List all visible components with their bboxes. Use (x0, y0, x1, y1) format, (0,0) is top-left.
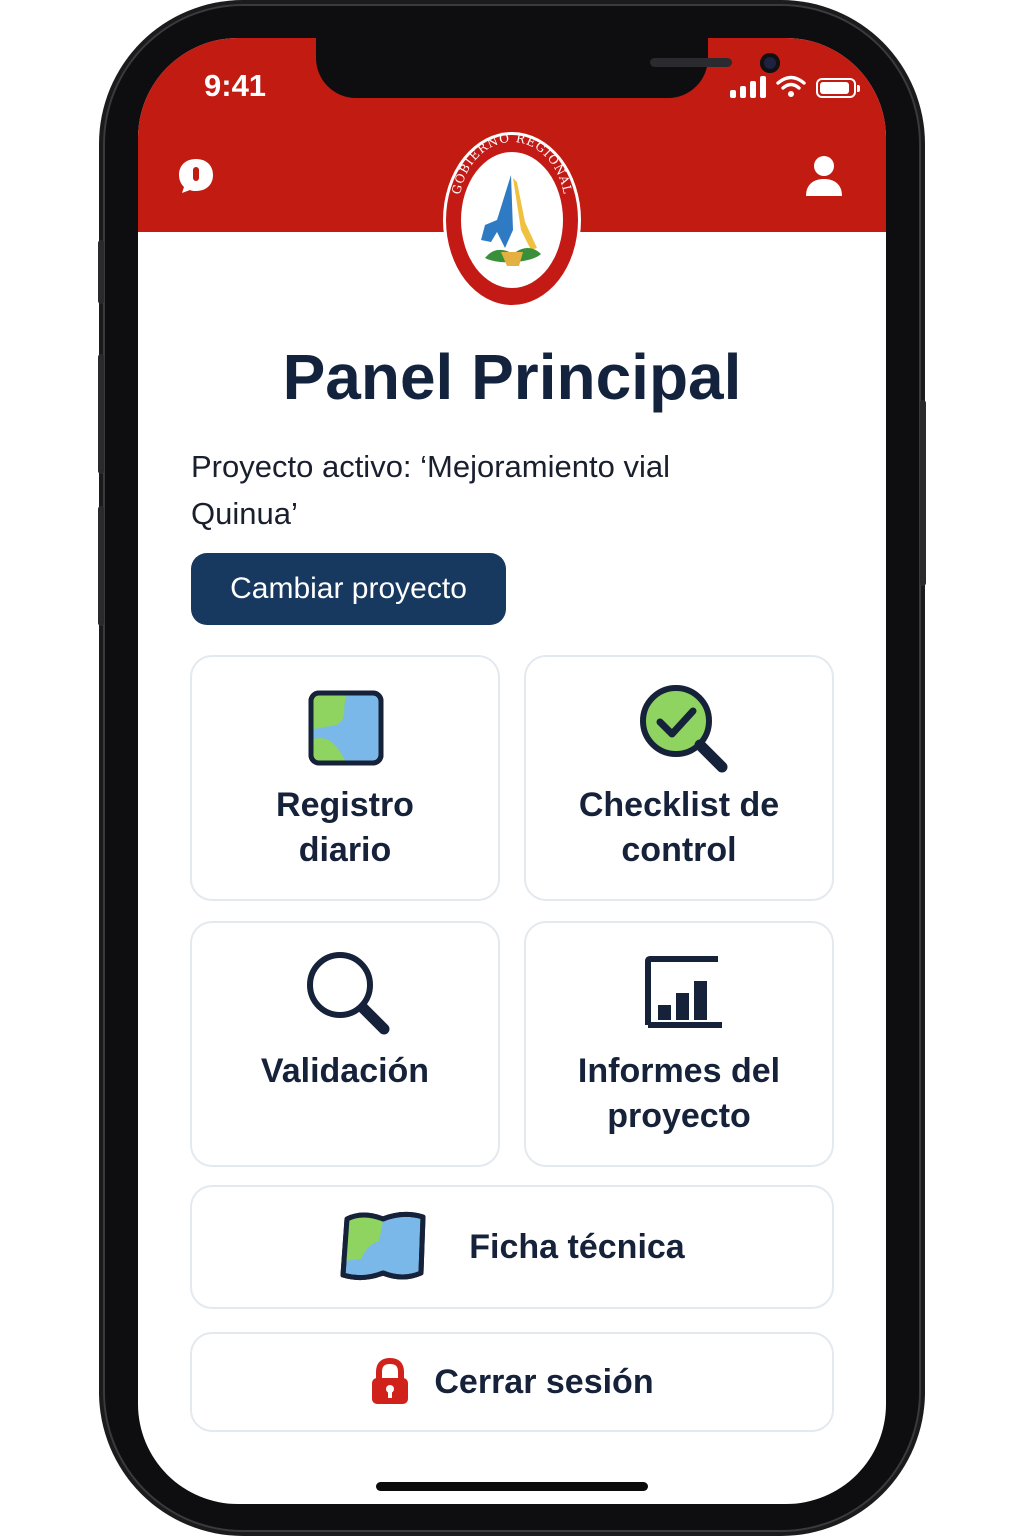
card-label: Informes del proyecto (577, 1052, 781, 1135)
card-reports[interactable]: Informes del proyecto (524, 921, 834, 1167)
card-validation[interactable]: Validación (190, 921, 500, 1167)
silent-switch (98, 240, 104, 304)
tech-sheet-button[interactable]: Ficha técnica (190, 1185, 834, 1309)
speaker-grille (650, 58, 732, 67)
battery-icon (816, 78, 860, 98)
active-project-text: Proyecto activo: ‘Mejoramiento vial Quin… (191, 449, 670, 531)
power-button (920, 400, 926, 586)
folded-map-icon (340, 1211, 426, 1281)
change-project-button[interactable]: Cambiar proyecto (191, 553, 506, 625)
tech-sheet-label: Ficha técnica (469, 1227, 685, 1266)
map-icon (308, 690, 384, 766)
notch (316, 38, 780, 98)
card-daily-log[interactable]: Registro diario (190, 655, 500, 901)
app-screen: 9:41 GOBIERNO REGIONAL AYACUCHO Panel Pr… (138, 38, 886, 1504)
signal-icon (730, 76, 766, 98)
logout-button[interactable]: Cerrar sesión (190, 1332, 834, 1432)
wifi-icon (776, 75, 806, 97)
user-profile-icon[interactable] (804, 154, 844, 198)
home-indicator[interactable] (376, 1482, 648, 1491)
volume-up-button (98, 354, 104, 474)
status-icons (730, 74, 860, 98)
magnifier-check-icon (640, 685, 728, 773)
regional-government-logo: GOBIERNO REGIONAL AYACUCHO (443, 131, 581, 308)
lock-icon (372, 1358, 409, 1404)
page-title: Panel Principal (282, 341, 742, 413)
logout-label: Cerrar sesión (434, 1362, 654, 1401)
card-checklist[interactable]: Checklist de control (524, 655, 834, 901)
status-time: 9:41 (204, 68, 267, 103)
chat-bubble-icon[interactable] (176, 156, 216, 196)
card-label: Registro diario (276, 786, 414, 869)
camera-icon (760, 53, 780, 73)
battery-fill (820, 82, 850, 94)
volume-down-button (98, 506, 104, 626)
card-label: Validación (260, 1052, 430, 1090)
search-icon (307, 952, 390, 1035)
bar-chart-icon (645, 956, 722, 1028)
card-label: Checklist de control (578, 786, 780, 869)
